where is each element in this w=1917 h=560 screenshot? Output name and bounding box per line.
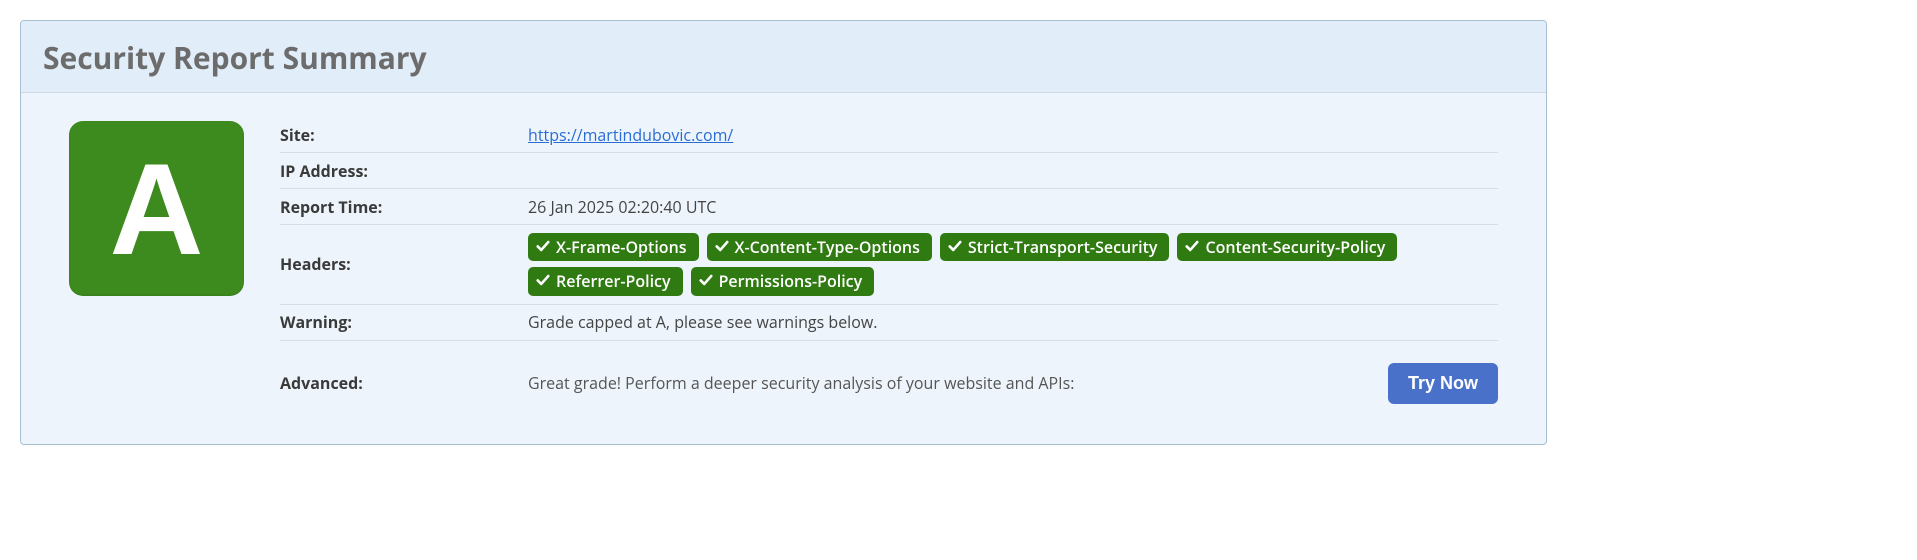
- check-icon: [536, 270, 550, 292]
- row-headers: Headers: X-Frame-Options X-Content-Type-O…: [280, 225, 1498, 305]
- check-icon: [948, 236, 962, 258]
- value-warning: Grade capped at A, please see warnings b…: [528, 311, 1498, 333]
- check-icon: [699, 270, 713, 292]
- headers-list: X-Frame-Options X-Content-Type-Options Str…: [528, 233, 1498, 296]
- row-site: Site: https://martindubovic.com/: [280, 117, 1498, 153]
- label-headers: Headers:: [280, 253, 528, 275]
- header-pill: Content-Security-Policy: [1177, 233, 1397, 261]
- row-report-time: Report Time: 26 Jan 2025 02:20:40 UTC: [280, 189, 1498, 225]
- security-report-panel: Security Report Summary A Site: https://…: [20, 20, 1547, 445]
- header-pill-label: Strict-Transport-Security: [968, 236, 1158, 258]
- check-icon: [715, 236, 729, 258]
- label-ip: IP Address:: [280, 160, 528, 182]
- header-pill: X-Content-Type-Options: [707, 233, 932, 261]
- panel-header: Security Report Summary: [21, 21, 1546, 93]
- check-icon: [536, 236, 550, 258]
- header-pill-label: Permissions-Policy: [719, 270, 863, 292]
- grade-letter: A: [110, 144, 204, 274]
- grade-badge: A: [69, 121, 244, 296]
- panel-title: Security Report Summary: [43, 37, 1524, 78]
- header-pill: X-Frame-Options: [528, 233, 699, 261]
- header-pill-label: Referrer-Policy: [556, 270, 671, 292]
- header-pill-label: X-Content-Type-Options: [735, 236, 920, 258]
- label-advanced: Advanced:: [280, 372, 528, 394]
- value-advanced: Great grade! Perform a deeper security a…: [528, 372, 1376, 394]
- label-report-time: Report Time:: [280, 196, 528, 218]
- header-pill: Strict-Transport-Security: [940, 233, 1170, 261]
- check-icon: [1185, 236, 1199, 258]
- value-report-time: 26 Jan 2025 02:20:40 UTC: [528, 196, 1498, 218]
- details-table: Site: https://martindubovic.com/ IP Addr…: [280, 117, 1498, 416]
- site-link[interactable]: https://martindubovic.com/: [528, 124, 733, 146]
- header-pill: Permissions-Policy: [691, 267, 875, 295]
- panel-body: A Site: https://martindubovic.com/ IP Ad…: [21, 93, 1546, 444]
- label-warning: Warning:: [280, 311, 528, 333]
- header-pill-label: Content-Security-Policy: [1205, 236, 1385, 258]
- row-ip: IP Address:: [280, 153, 1498, 189]
- header-pill-label: X-Frame-Options: [556, 236, 687, 258]
- label-site: Site:: [280, 124, 528, 146]
- try-now-button[interactable]: Try Now: [1388, 363, 1498, 404]
- row-warning: Warning: Grade capped at A, please see w…: [280, 305, 1498, 341]
- header-pill: Referrer-Policy: [528, 267, 683, 295]
- row-advanced: Advanced: Great grade! Perform a deeper …: [280, 341, 1498, 416]
